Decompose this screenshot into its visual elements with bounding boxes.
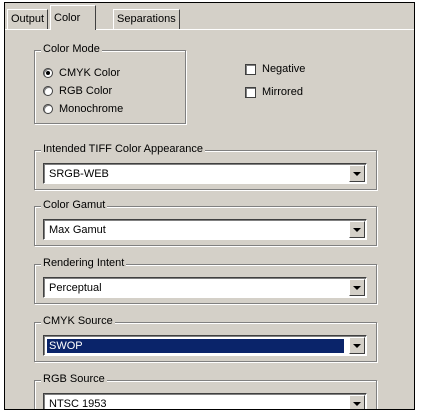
rgb-source-group: RGB Source NTSC 1953 — [34, 373, 377, 410]
chevron-down-icon — [353, 285, 361, 290]
tab-separations-label: Separations — [117, 13, 176, 25]
radio-button-icon — [43, 86, 53, 96]
radio-rgb-color[interactable]: RGB Color — [43, 83, 112, 99]
dropdown-button[interactable] — [349, 395, 365, 409]
cmyk-source-value: SWOP — [47, 339, 344, 353]
color-mode-legend: Color Mode — [41, 43, 102, 55]
cmyk-source-legend: CMYK Source — [41, 315, 115, 327]
dropdown-button[interactable] — [349, 279, 365, 296]
tab-bar: Output Color Separations — [5, 3, 414, 30]
dropdown-button[interactable] — [349, 337, 365, 354]
radio-button-icon — [43, 104, 53, 114]
radio-monochrome[interactable]: Monochrome — [43, 101, 123, 117]
mirrored-checkbox[interactable]: Mirrored — [245, 84, 303, 100]
radio-cmyk-label: CMYK Color — [59, 67, 121, 79]
color-gamut-legend: Color Gamut — [41, 199, 108, 211]
tab-separations[interactable]: Separations — [113, 9, 180, 29]
radio-button-selected-icon — [43, 68, 53, 78]
radio-monochrome-label: Monochrome — [59, 103, 124, 115]
tiff-appearance-legend: Intended TIFF Color Appearance — [41, 143, 206, 155]
tiff-appearance-group: Intended TIFF Color Appearance SRGB-WEB — [34, 143, 377, 190]
tiff-appearance-select[interactable]: SRGB-WEB — [43, 163, 367, 184]
chevron-down-icon — [353, 171, 361, 176]
rendering-intent-select[interactable]: Perceptual — [43, 277, 367, 298]
color-mode-group: Color Mode CMYK Color RGB Color Monochro… — [34, 43, 186, 124]
rendering-intent-legend: Rendering Intent — [41, 257, 127, 269]
rgb-source-select[interactable]: NTSC 1953 — [43, 393, 367, 410]
checkbox-icon — [245, 63, 256, 75]
color-gamut-group: Color Gamut Max Gamut — [34, 199, 377, 246]
dropdown-button[interactable] — [349, 221, 365, 238]
rendering-intent-value: Perceptual — [49, 282, 102, 294]
color-settings-dialog: Output Color Separations Color Mode CMYK… — [4, 2, 415, 410]
mirrored-label: Mirrored — [262, 86, 303, 98]
negative-checkbox[interactable]: Negative — [245, 61, 305, 77]
tab-output-label: Output — [11, 13, 45, 25]
chevron-down-icon — [353, 343, 361, 348]
negative-label: Negative — [262, 63, 306, 75]
color-gamut-select[interactable]: Max Gamut — [43, 219, 367, 240]
tab-color-label: Color — [54, 12, 81, 24]
checkbox-icon — [245, 86, 256, 98]
radio-cmyk-color[interactable]: CMYK Color — [43, 65, 120, 81]
rgb-source-legend: RGB Source — [41, 373, 107, 385]
rendering-intent-group: Rendering Intent Perceptual — [34, 257, 377, 304]
color-gamut-value: Max Gamut — [49, 224, 106, 236]
radio-rgb-label: RGB Color — [59, 85, 113, 97]
tab-output[interactable]: Output — [7, 9, 49, 29]
cmyk-source-group: CMYK Source SWOP — [34, 315, 377, 362]
chevron-down-icon — [353, 401, 361, 406]
chevron-down-icon — [353, 227, 361, 232]
rgb-source-value: NTSC 1953 — [49, 398, 107, 410]
color-tab-panel: Color Mode CMYK Color RGB Color Monochro… — [5, 30, 414, 409]
cmyk-source-select[interactable]: SWOP — [43, 335, 367, 356]
dropdown-button[interactable] — [349, 165, 365, 182]
tiff-appearance-value: SRGB-WEB — [49, 168, 109, 180]
tab-color[interactable]: Color — [50, 5, 96, 30]
